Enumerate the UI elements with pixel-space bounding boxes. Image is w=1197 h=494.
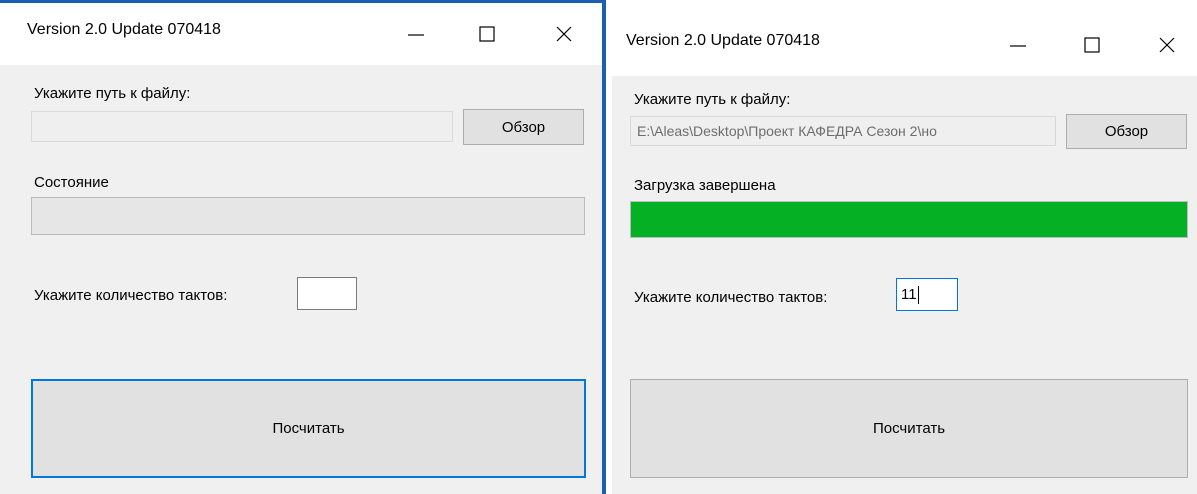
minimize-button[interactable] <box>388 3 444 65</box>
maximize-icon <box>479 26 495 42</box>
compute-button[interactable]: Посчитать <box>31 379 586 478</box>
progress-bar <box>630 201 1188 238</box>
file-path-input[interactable] <box>630 116 1056 146</box>
close-icon <box>556 26 572 42</box>
minimize-icon <box>408 34 424 36</box>
file-path-label: Укажите путь к файлу: <box>34 85 191 102</box>
ticks-input[interactable] <box>297 277 357 310</box>
status-label: Загрузка завершена <box>634 177 776 194</box>
ticks-label: Укажите количество тактов: <box>34 287 228 304</box>
maximize-icon <box>1084 37 1100 53</box>
browse-button[interactable]: Обзор <box>1066 114 1187 149</box>
close-button[interactable] <box>1139 14 1195 76</box>
title-bar[interactable]: Version 2.0 Update 070418 <box>0 3 602 65</box>
browse-button[interactable]: Обзор <box>463 109 584 145</box>
title-bar[interactable]: Version 2.0 Update 070418 <box>612 14 1197 76</box>
close-button[interactable] <box>536 3 592 65</box>
text-caret <box>917 285 919 304</box>
ticks-label: Укажите количество тактов: <box>634 289 828 306</box>
minimize-icon <box>1010 45 1026 47</box>
file-path-label: Укажите путь к файлу: <box>634 91 791 108</box>
app-window-initial: Version 2.0 Update 070418 Укажите путь к… <box>0 0 606 494</box>
app-window-completed: Version 2.0 Update 070418 Укажите путь к… <box>606 14 1197 494</box>
minimize-button[interactable] <box>990 14 1046 76</box>
ticks-value: 11 <box>901 286 917 303</box>
maximize-button[interactable] <box>459 3 515 65</box>
progress-bar <box>31 197 585 235</box>
progress-fill <box>631 202 1187 237</box>
status-label: Состояние <box>34 174 109 191</box>
window-title: Version 2.0 Update 070418 <box>27 21 221 38</box>
window-title: Version 2.0 Update 070418 <box>626 32 820 49</box>
compute-button[interactable]: Посчитать <box>630 379 1188 478</box>
maximize-button[interactable] <box>1064 14 1120 76</box>
ticks-input[interactable]: 11 <box>896 278 958 311</box>
close-icon <box>1159 37 1175 53</box>
file-path-input[interactable] <box>31 111 453 142</box>
